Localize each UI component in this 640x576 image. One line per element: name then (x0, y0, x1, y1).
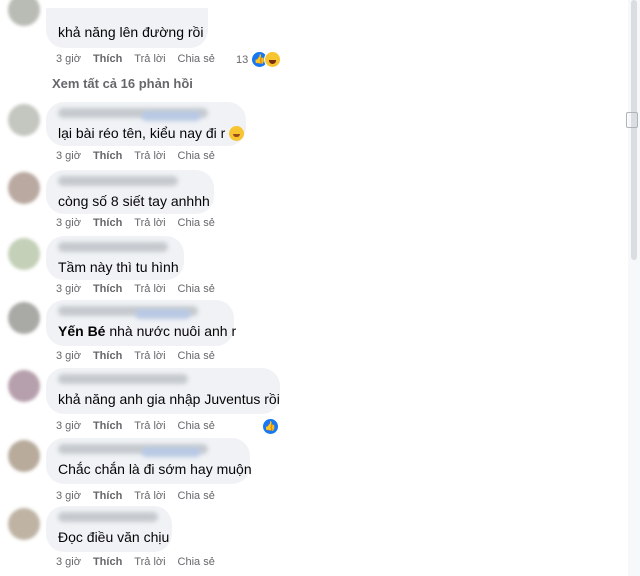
avatar[interactable] (8, 370, 40, 402)
comment-text: Tầm này thì tu hình (58, 259, 179, 275)
like-button[interactable]: Thích (93, 350, 122, 362)
comment-text: khả năng anh gia nhập Juventus rồi (58, 391, 280, 407)
like-button[interactable]: Thích (93, 217, 122, 229)
comment-text: nhà nước nuôi anh r (105, 323, 237, 339)
reply-button[interactable]: Trả lời (134, 490, 165, 502)
comment-bubble: khả năng anh gia nhập Juventus rồi (46, 368, 280, 414)
comment-actions: 3 giờ Thích Trả lời Chia sẻ (56, 283, 227, 295)
mention-link[interactable]: Yến Bé (58, 323, 105, 339)
comment-time[interactable]: 3 giờ (56, 490, 81, 502)
share-button[interactable]: Chia sẻ (178, 556, 215, 568)
comment-time[interactable]: 3 giờ (56, 350, 81, 362)
comment-text: khả năng lên đường rồi (58, 24, 204, 40)
author-name-redacted (58, 306, 198, 319)
comment-bubble: Đọc điều văn chịu (46, 506, 172, 552)
grinning-emoji-icon (229, 126, 245, 141)
comment-time[interactable]: 3 giờ (56, 283, 81, 295)
comment-text: Chắc chắn là đi sớm hay muộn (58, 461, 252, 477)
share-button[interactable]: Chia sẻ (178, 490, 215, 502)
like-button[interactable]: Thích (93, 490, 122, 502)
comment-time[interactable]: 3 giờ (56, 217, 81, 229)
share-button[interactable]: Chia sẻ (178, 283, 215, 295)
share-button[interactable]: Chia sẻ (178, 53, 215, 65)
comment-actions: 3 giờ Thích Trả lời Chia sẻ (56, 556, 227, 568)
comment-time[interactable]: 3 giờ (56, 150, 81, 162)
comment-bubble: Yến Bé nhà nước nuôi anh r (46, 300, 237, 346)
reply-button[interactable]: Trả lời (134, 150, 165, 162)
reply-button[interactable]: Trả lời (134, 420, 165, 432)
avatar[interactable] (8, 238, 40, 270)
comment-actions: 3 giờ Thích Trả lời Chia sẻ (56, 420, 227, 432)
haha-icon (264, 51, 282, 68)
comment-time[interactable]: 3 giờ (56, 556, 81, 568)
like-button[interactable]: Thích (93, 556, 122, 568)
author-name-redacted (58, 108, 208, 121)
comment-time[interactable]: 3 giờ (56, 53, 81, 65)
avatar[interactable] (8, 302, 40, 334)
comment-actions: 3 giờ Thích Trả lời Chia sẻ (56, 350, 227, 362)
comment-time[interactable]: 3 giờ (56, 420, 81, 432)
avatar[interactable] (8, 104, 40, 136)
avatar[interactable] (8, 172, 40, 204)
view-all-replies-link[interactable]: Xem tất cả 16 phản hồi (52, 76, 193, 91)
comment-actions: 3 giờ Thích Trả lời Chia sẻ (56, 150, 227, 162)
avatar[interactable] (8, 440, 40, 472)
comment-bubble: Tầm này thì tu hình (46, 236, 184, 280)
avatar[interactable] (8, 0, 40, 26)
comment-text: Đọc điều văn chịu (58, 529, 170, 545)
comment-actions: 3 giờ Thích Trả lời Chia sẻ (56, 217, 227, 229)
share-button[interactable]: Chia sẻ (178, 217, 215, 229)
share-button[interactable]: Chia sẻ (178, 150, 215, 162)
comment-actions: 3 giờ Thích Trả lời Chia sẻ (56, 490, 227, 502)
author-name-redacted (58, 242, 168, 252)
comment-bubble: lại bài réo tên, kiểu nay đi r (46, 102, 246, 146)
comment-bubble: Chắc chắn là đi sớm hay muộn (46, 438, 252, 484)
like-button[interactable]: Thích (93, 53, 122, 65)
share-button[interactable]: Chia sẻ (178, 420, 215, 432)
like-button[interactable]: Thích (93, 420, 122, 432)
author-name-redacted (58, 512, 158, 522)
like-icon: 👍 (262, 418, 279, 435)
reaction-count: 13 (236, 53, 249, 66)
scrollbar[interactable] (628, 0, 640, 576)
author-name-redacted (58, 374, 188, 384)
author-name-redacted (58, 176, 178, 186)
like-button[interactable]: Thích (93, 283, 122, 295)
document-icon[interactable] (626, 112, 638, 128)
author-name-redacted (58, 444, 208, 457)
comment-text: lại bài réo tên, kiểu nay đi r (58, 125, 226, 141)
scrollbar-thumb[interactable] (631, 0, 637, 260)
comment-bubble: khả năng lên đường rồi (46, 8, 208, 48)
reaction-summary[interactable]: 👍 (262, 418, 279, 435)
like-button[interactable]: Thích (93, 150, 122, 162)
share-button[interactable]: Chia sẻ (178, 350, 215, 362)
comment-bubble: còng số 8 siết tay anhhh (46, 170, 214, 214)
reply-button[interactable]: Trả lời (134, 350, 165, 362)
avatar[interactable] (8, 508, 40, 540)
reply-button[interactable]: Trả lời (134, 217, 165, 229)
reaction-summary[interactable]: 13 👍 (236, 51, 282, 68)
comment-text: còng số 8 siết tay anhhh (58, 193, 210, 209)
reply-button[interactable]: Trả lời (134, 283, 165, 295)
reply-button[interactable]: Trả lời (134, 53, 165, 65)
reply-button[interactable]: Trả lời (134, 556, 165, 568)
comment-actions: 3 giờ Thích Trả lời Chia sẻ (56, 53, 227, 65)
